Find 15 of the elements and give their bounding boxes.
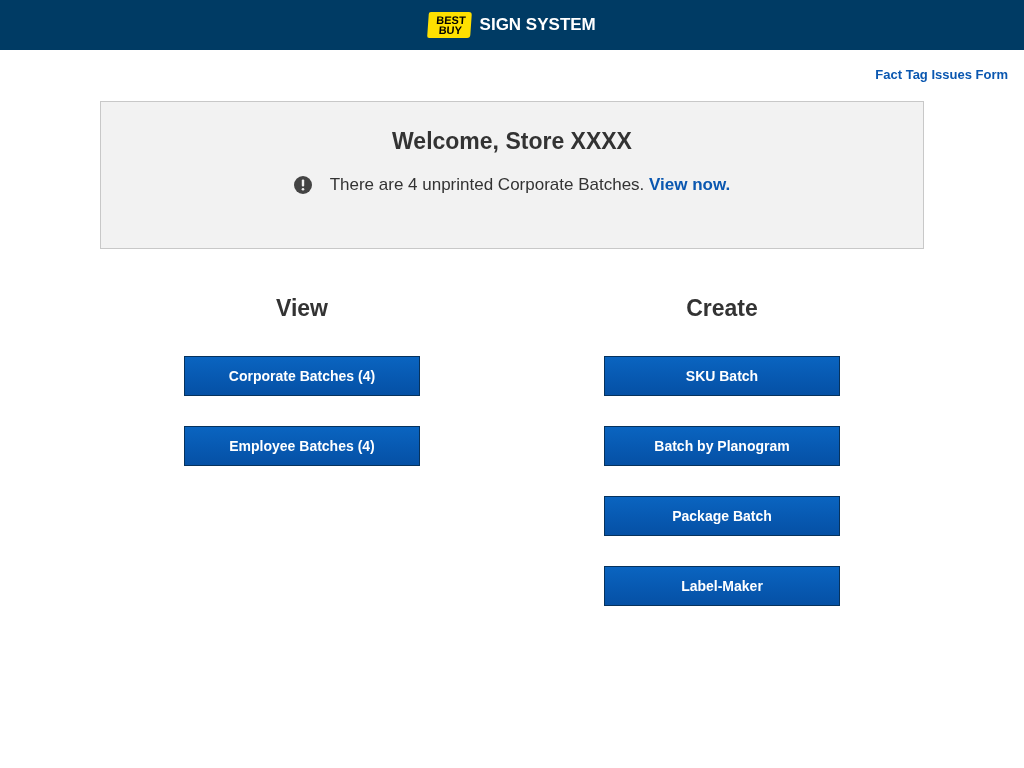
section-heading: Create: [686, 295, 758, 322]
action-button[interactable]: SKU Batch: [604, 356, 840, 396]
action-button[interactable]: Employee Batches (4): [184, 426, 420, 466]
action-button[interactable]: Label-Maker: [604, 566, 840, 606]
section-heading: View: [276, 295, 328, 322]
app-title: SIGN SYSTEM: [479, 15, 596, 35]
welcome-title: Welcome, Store XXXX: [392, 128, 632, 155]
action-button[interactable]: Batch by Planogram: [604, 426, 840, 466]
notice-text: There are 4 unprinted Corporate Batches. View now.: [329, 175, 731, 195]
alert-icon: [293, 176, 312, 194]
action-button[interactable]: Package Batch: [604, 496, 840, 536]
action-button[interactable]: Corporate Batches (4): [184, 356, 420, 396]
issues-form-link[interactable]: Fact Tag Issues Form: [875, 67, 1008, 93]
logo: BEST BUY: [427, 12, 473, 38]
view-now-link[interactable]: View now.: [649, 175, 731, 194]
